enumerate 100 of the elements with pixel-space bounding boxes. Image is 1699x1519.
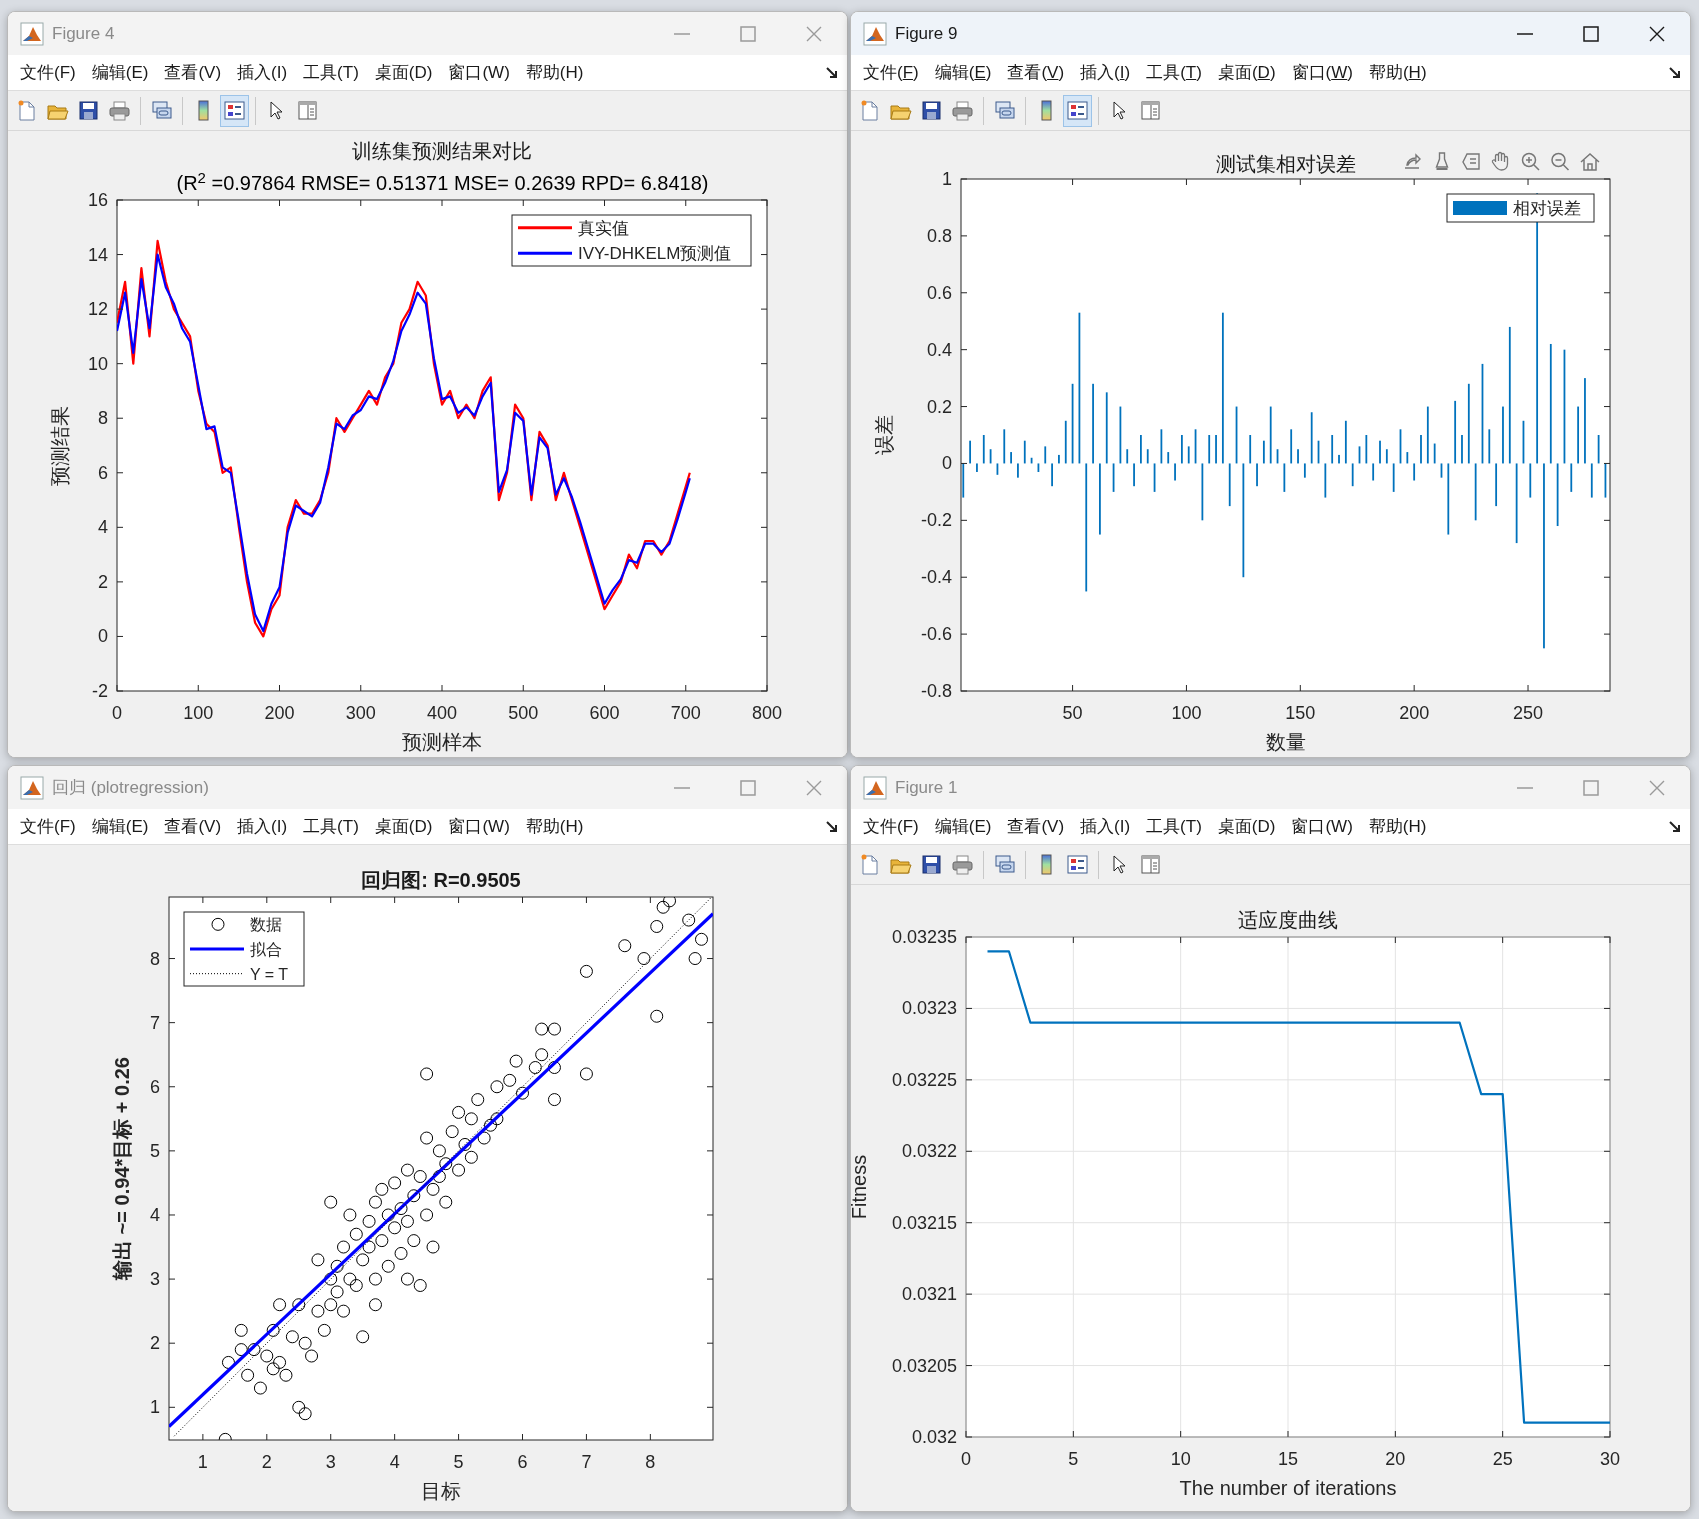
legend-label: Y = T	[250, 965, 289, 983]
legend-label: 真实值	[578, 218, 629, 238]
legend-icon	[223, 99, 246, 122]
tick-label: 0.0322	[901, 1141, 957, 1162]
pan-hand-icon[interactable]	[1492, 152, 1508, 170]
menu-item[interactable]: 桌面(D)	[1209, 59, 1284, 86]
tick-label: 250	[1513, 703, 1544, 723]
minimize-icon	[1517, 32, 1533, 35]
tick-label: -0.4	[920, 567, 952, 588]
menu-item[interactable]: 查看(V)	[156, 813, 230, 840]
menu-item[interactable]: 桌面(D)	[366, 59, 441, 86]
tick-label: 0.8	[926, 225, 952, 246]
menu-item[interactable]: 文件(F)	[12, 813, 84, 840]
menu-item[interactable]: 帮助(H)	[1360, 59, 1435, 86]
menu-item[interactable]: 工具(T)	[295, 813, 367, 840]
app-icon	[20, 21, 44, 46]
tick-label: 10	[87, 353, 108, 374]
menu-item[interactable]: 插入(I)	[1072, 813, 1139, 840]
zoom-in-icon[interactable]	[1522, 153, 1539, 170]
tick-label: 0	[961, 1449, 971, 1469]
panel-icon	[296, 99, 319, 122]
toolbar-button[interactable]	[220, 94, 249, 127]
tick-label: 15	[1278, 1449, 1298, 1469]
panel-icon	[1139, 853, 1162, 876]
window-title: Figure 1	[895, 776, 958, 799]
panel-icon	[1139, 99, 1162, 122]
tick-label: 3	[150, 1269, 160, 1290]
menu-item[interactable]: 窗口(W)	[440, 59, 518, 86]
tick-label: 0	[942, 453, 952, 474]
menu-item[interactable]: 插入(I)	[1072, 59, 1139, 86]
menu-item[interactable]: 帮助(H)	[1360, 813, 1435, 840]
menu-item[interactable]: 编辑(E)	[926, 59, 1000, 86]
axis-label: 误差	[873, 415, 895, 455]
zoom-out-icon[interactable]	[1552, 153, 1569, 170]
tick-label: 3	[325, 1452, 336, 1472]
tick-label: 7	[581, 1452, 592, 1472]
legend-swatch	[518, 226, 572, 230]
menu-item[interactable]: 编辑(E)	[83, 813, 157, 840]
tick-label: 0.03225	[891, 1069, 957, 1090]
chart-title: 训练集预测结果对比	[352, 140, 532, 162]
legend-label: 拟合	[250, 941, 282, 958]
printer-icon	[951, 853, 974, 876]
menu-item[interactable]: 编辑(E)	[926, 813, 1000, 840]
minimize-icon	[674, 32, 690, 35]
menu-item[interactable]: 窗口(W)	[440, 813, 518, 840]
tick-label: 8	[150, 948, 160, 969]
tick-label: 14	[87, 244, 108, 265]
tick-label: 4	[150, 1205, 160, 1225]
tick-label: 0	[98, 626, 108, 647]
export-icon[interactable]	[1405, 155, 1420, 168]
chart-subtitle: (R$^{2}$ =0.97864 RMSE= 0.51371 MSE= 0.2639 RPD= 6.8418)	[175, 169, 710, 196]
menu-item[interactable]: 桌面(D)	[366, 813, 441, 840]
toolbar-button[interactable]	[1063, 94, 1092, 127]
close-icon	[806, 25, 822, 42]
close-icon	[806, 779, 822, 796]
tick-label: 800	[752, 703, 782, 723]
tick-label: 6	[150, 1076, 160, 1097]
axis-label: 预测结果	[49, 405, 71, 486]
menu-item[interactable]: 桌面(D)	[1209, 813, 1284, 840]
tick-label: 7	[150, 1012, 160, 1033]
tick-label: 0.2	[926, 396, 952, 417]
menu-item[interactable]: 文件(F)	[12, 59, 84, 86]
menu-item[interactable]: 插入(I)	[229, 59, 296, 86]
tick-label: 8	[98, 408, 108, 429]
tick-label: 2	[150, 1333, 160, 1354]
menu-item[interactable]: 工具(T)	[295, 59, 367, 86]
menu-item[interactable]: 查看(V)	[999, 59, 1073, 86]
tick-label: 5	[150, 1140, 160, 1161]
menu-item[interactable]: 文件(F)	[855, 813, 927, 840]
dock-arrow-icon	[825, 819, 839, 834]
home-icon[interactable]	[1581, 154, 1599, 170]
close-icon	[1649, 25, 1665, 42]
menu-item[interactable]: 工具(T)	[1138, 59, 1210, 86]
datatip-icon[interactable]	[1463, 154, 1479, 169]
menu-item[interactable]: 窗口(W)	[1283, 59, 1361, 86]
menu-item[interactable]: 查看(V)	[999, 813, 1073, 840]
tick-label: 100	[183, 703, 214, 723]
menu-item[interactable]: 帮助(H)	[517, 813, 592, 840]
tick-label: 50	[1062, 703, 1083, 723]
menu-item[interactable]: 窗口(W)	[1283, 813, 1361, 840]
legend-icon	[1066, 99, 1089, 122]
axis-label: 目标	[421, 1480, 461, 1502]
tick-label: 0.6	[926, 282, 952, 303]
printer-icon	[951, 99, 974, 122]
legend-label: 相对误差	[1513, 199, 1581, 218]
menu-item[interactable]: 工具(T)	[1138, 813, 1210, 840]
tick-label: 600	[589, 703, 620, 723]
menu-item[interactable]: 查看(V)	[156, 59, 230, 86]
menu-item[interactable]: 编辑(E)	[83, 59, 157, 86]
tick-label: 0.0321	[901, 1284, 957, 1305]
chart-title: 回归图: R=0.9505	[361, 869, 521, 891]
chart-title: 测试集相对误差	[1215, 153, 1356, 175]
minimize-icon	[674, 786, 690, 789]
menu-item[interactable]: 插入(I)	[229, 813, 296, 840]
brush-icon[interactable]	[1436, 153, 1448, 169]
menu-item[interactable]: 文件(F)	[855, 59, 927, 86]
tick-label: 0.032	[911, 1427, 957, 1447]
tick-label: -0.6	[920, 624, 952, 645]
tick-label: 2	[261, 1452, 272, 1472]
menu-item[interactable]: 帮助(H)	[517, 59, 592, 86]
